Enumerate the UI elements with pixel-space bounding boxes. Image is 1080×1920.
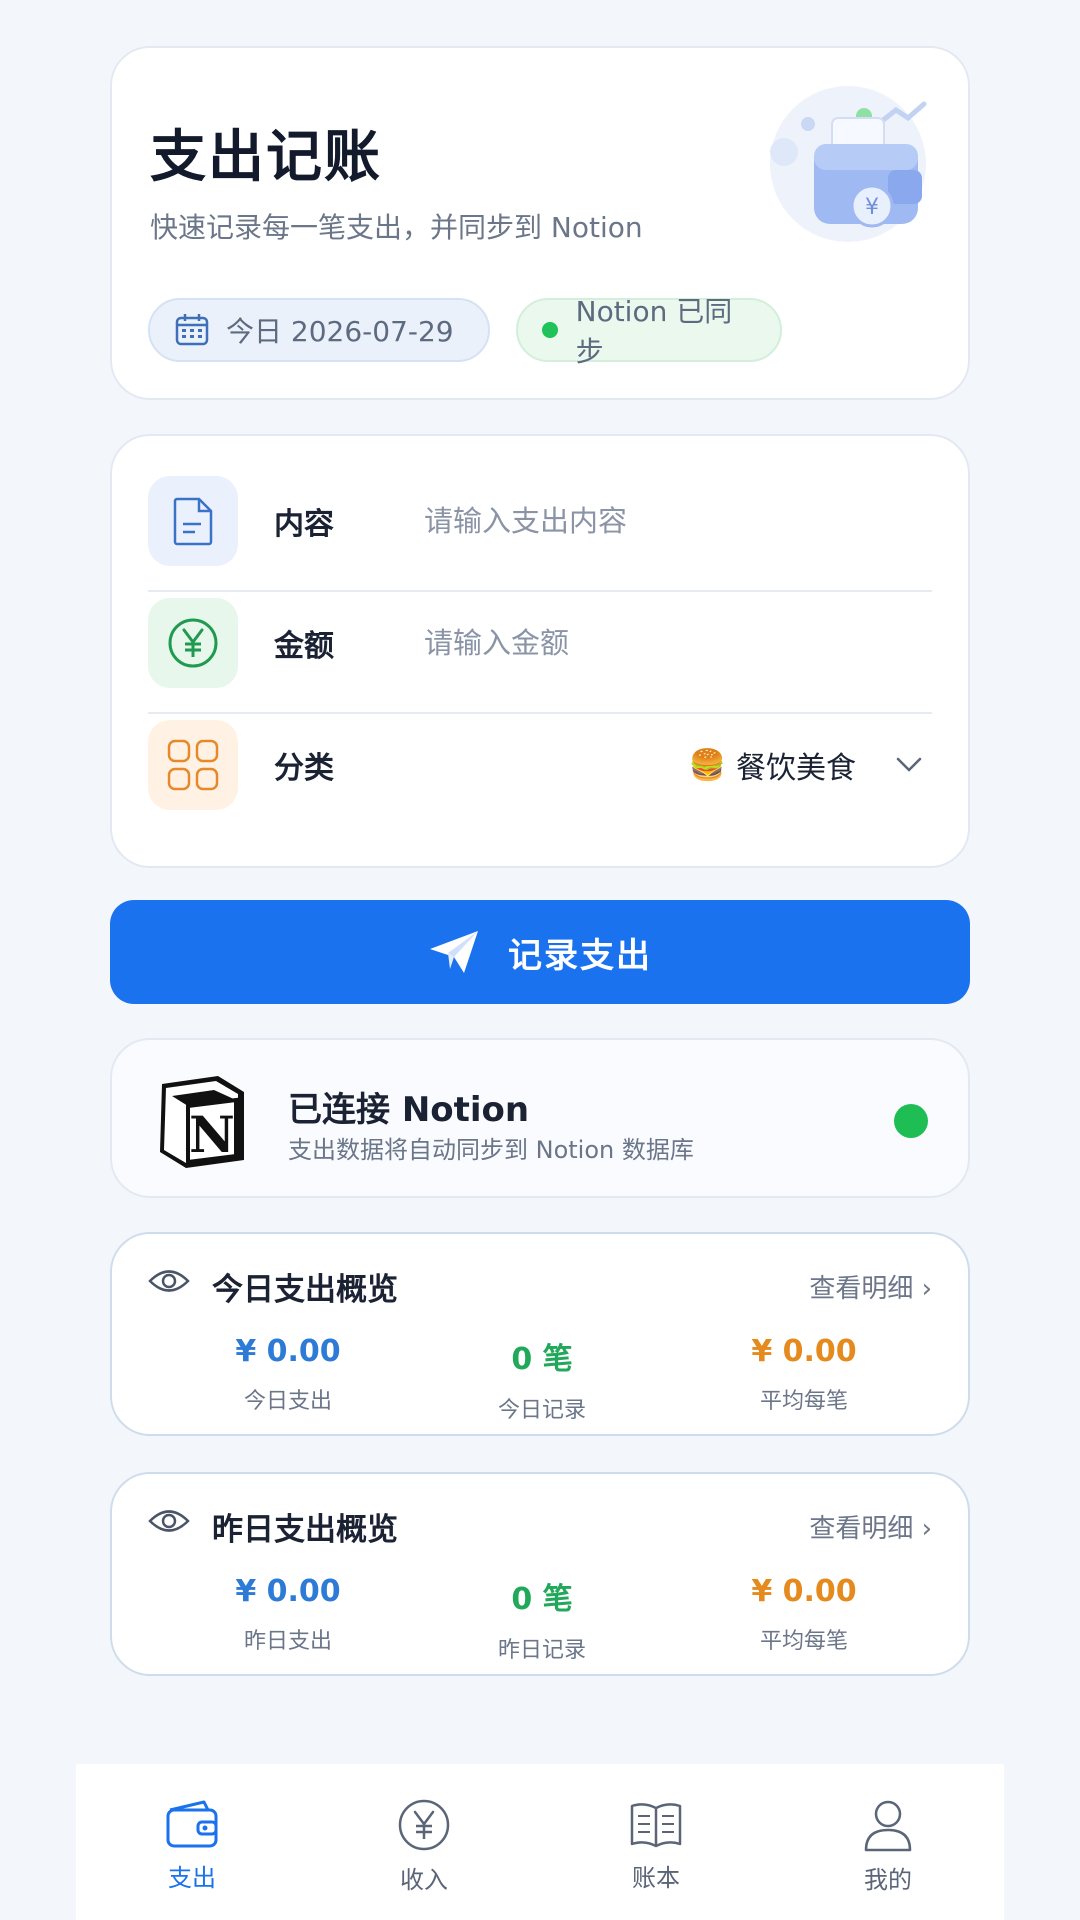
eye-icon (148, 1270, 190, 1292)
amount-input[interactable] (424, 626, 844, 660)
stat-value: ¥ 0.00 (751, 1334, 857, 1369)
stat-label: 平均每笔 (759, 1629, 848, 1654)
yen-circle-icon (398, 1799, 450, 1851)
record-expense-button[interactable]: 记录支出 (110, 900, 970, 1004)
header-card: 支出记账 快速记录每一笔支出，并同步到 Notion ¥ 今日 2026-07-… (110, 46, 970, 400)
stat-label: 今日支出 (243, 1389, 332, 1414)
user-icon (864, 1800, 912, 1852)
date-pill[interactable]: 今日 2026-07-29 (148, 298, 490, 362)
category-value: 餐饮美食 (736, 751, 856, 786)
today-summary-title: 今日支出概览 (212, 1272, 398, 1308)
content-row: 内容 (148, 460, 932, 582)
today-summary-card: 今日支出概览 查看明细 › ¥ 0.00 今日支出 0 笔 今日记录 ¥ 0.0… (110, 1232, 970, 1436)
date-text: 今日 2026-07-29 (226, 315, 454, 348)
yesterday-summary-title: 昨日支出概览 (212, 1512, 398, 1548)
sync-status-pill: Notion 已同步 (516, 295, 782, 368)
notion-subtitle: 支出数据将自动同步到 Notion 数据库 (288, 1136, 694, 1164)
stat-value: ¥ 0.00 (235, 1334, 341, 1369)
bottom-tab-bar: 支出 收入 账本 我的 (76, 1764, 1004, 1920)
stat-value: ¥ 0.00 (751, 1574, 857, 1609)
amount-row: 金额 (148, 582, 932, 704)
eye-icon (148, 1510, 190, 1532)
tab-ledger[interactable]: 账本 (540, 1764, 772, 1920)
notion-logo-icon: N (152, 1070, 250, 1174)
burger-icon: 🍔 (688, 747, 726, 783)
yen-circle-icon (148, 598, 238, 688)
stat-label: 昨日记录 (497, 1638, 586, 1663)
tab-label: 账本 (632, 1864, 680, 1892)
svg-text:N: N (189, 1105, 235, 1164)
content-label: 内容 (274, 507, 334, 542)
yesterday-average: ¥ 0.00 平均每笔 (684, 1574, 924, 1655)
notion-title: 已连接 Notion (288, 1090, 530, 1130)
tab-label: 支出 (168, 1864, 216, 1892)
grid-icon (148, 720, 238, 810)
page-subtitle: 快速记录每一笔支出，并同步到 Notion (150, 211, 643, 244)
today-total: ¥ 0.00 今日支出 (168, 1334, 408, 1415)
tab-label: 我的 (864, 1866, 912, 1894)
calendar-icon (175, 314, 209, 346)
stat-label: 平均每笔 (759, 1389, 848, 1414)
chevron-down-icon (896, 757, 922, 772)
expense-page: 支出记账 快速记录每一笔支出，并同步到 Notion ¥ 今日 2026-07-… (0, 0, 1080, 1920)
stat-value: 0 笔 (511, 1582, 573, 1617)
svg-text:¥: ¥ (865, 195, 879, 220)
record-expense-label: 记录支出 (508, 936, 652, 975)
tab-expense[interactable]: 支出 (76, 1764, 308, 1920)
tab-profile[interactable]: 我的 (772, 1764, 1004, 1920)
document-icon (148, 476, 238, 566)
sync-status-dot (542, 322, 558, 338)
notion-connection-card[interactable]: N 已连接 Notion 支出数据将自动同步到 Notion 数据库 (110, 1038, 970, 1198)
category-select[interactable]: 🍔 餐饮美食 (689, 743, 932, 787)
send-icon (430, 931, 478, 973)
wallet-illustration-icon: ¥ (748, 84, 938, 248)
tab-label: 收入 (400, 1866, 448, 1894)
wallet-icon (166, 1800, 218, 1848)
stat-label: 昨日支出 (243, 1629, 332, 1654)
book-icon (630, 1803, 682, 1848)
sync-status-text: Notion 已同步 (575, 295, 733, 368)
yesterday-view-details-link[interactable]: 查看明细 › (809, 1508, 932, 1545)
expense-form-card: 内容 金额 (110, 434, 970, 868)
category-row: 分类 🍔 餐饮美食 (148, 704, 932, 826)
tab-income[interactable]: 收入 (308, 1764, 540, 1920)
connection-status-dot (894, 1104, 928, 1138)
yesterday-total: ¥ 0.00 昨日支出 (168, 1574, 408, 1655)
category-label: 分类 (274, 751, 334, 786)
stat-value: 0 笔 (511, 1342, 573, 1377)
stat-label: 今日记录 (497, 1398, 586, 1423)
yesterday-summary-card: 昨日支出概览 查看明细 › ¥ 0.00 昨日支出 0 笔 昨日记录 ¥ 0.0… (110, 1472, 970, 1676)
today-average: ¥ 0.00 平均每笔 (684, 1334, 924, 1415)
content-input[interactable] (424, 504, 844, 538)
stat-value: ¥ 0.00 (235, 1574, 341, 1609)
amount-label: 金额 (274, 629, 334, 664)
today-count: 0 笔 今日记录 (422, 1334, 662, 1424)
yesterday-count: 0 笔 昨日记录 (422, 1574, 662, 1664)
page-title: 支出记账 (150, 125, 382, 190)
today-view-details-link[interactable]: 查看明细 › (809, 1268, 932, 1305)
